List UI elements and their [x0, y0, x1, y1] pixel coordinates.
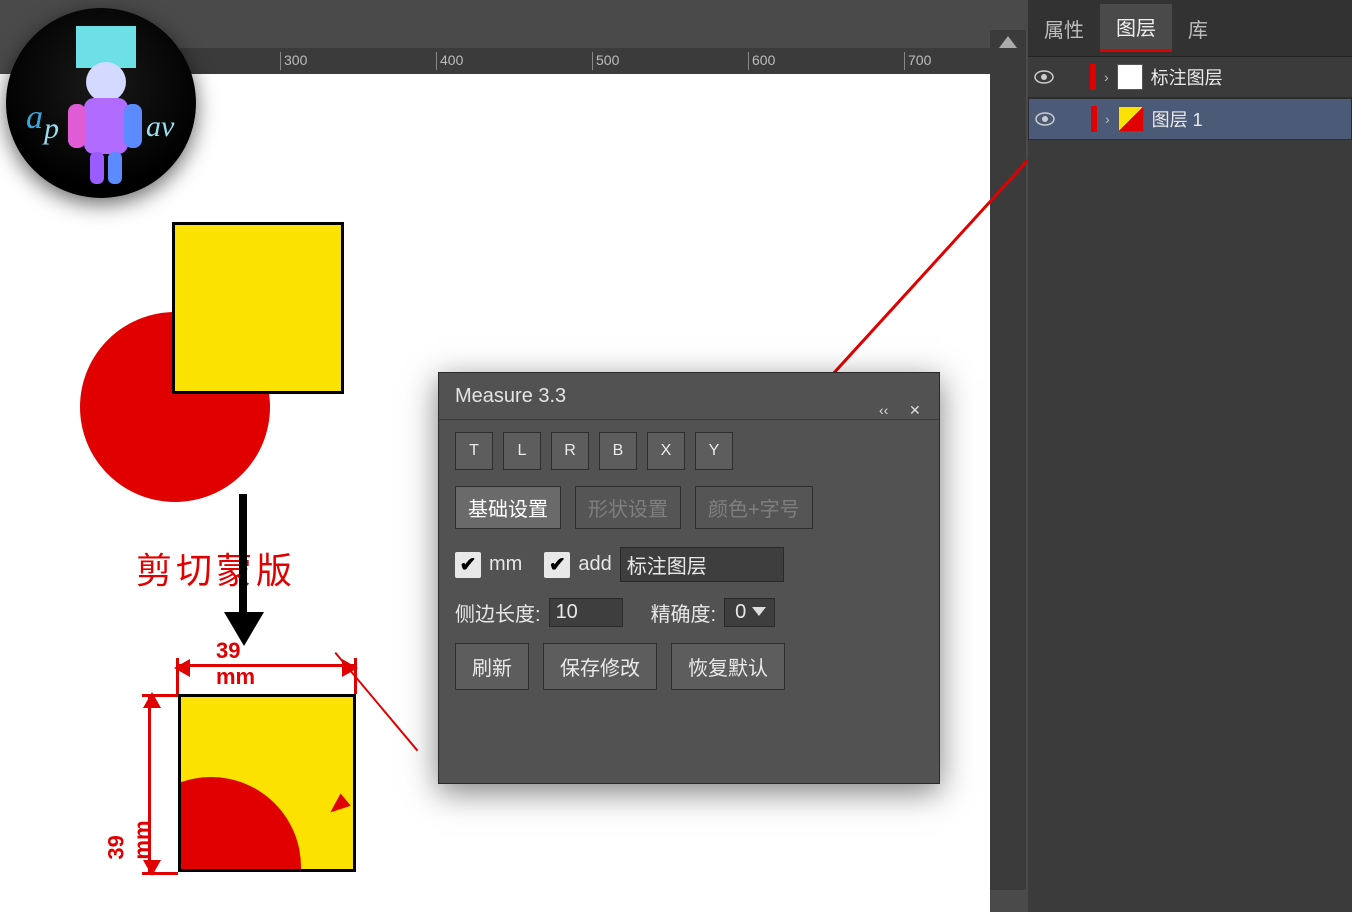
side-tab-row: 属性 图层 库: [1028, 0, 1352, 57]
precision-value: 0: [735, 601, 746, 623]
panel-title: Measure 3.3: [455, 385, 566, 407]
precision-select[interactable]: 0: [724, 598, 775, 627]
clipping-mask-label: 剪切蒙版: [136, 542, 296, 594]
chevron-down-icon: [752, 607, 766, 616]
panel-titlebar[interactable]: Measure 3.3 ‹‹ ✕: [439, 373, 939, 420]
panel-body: T L R B X Y 基础设置 形状设置 颜色+字号 ✔ mm ✔ add 标…: [439, 420, 939, 702]
tab-properties[interactable]: 属性: [1028, 6, 1100, 51]
side-length-input[interactable]: 10: [549, 598, 623, 627]
ruler-tick: 400: [436, 52, 463, 70]
checkbox-mm-label: mm: [489, 553, 522, 576]
horizontal-ruler: 300 400 500 600 700: [180, 48, 1020, 74]
checkbox-add[interactable]: ✔: [544, 552, 570, 578]
visibility-icon[interactable]: [1035, 112, 1055, 126]
side-panel: 属性 图层 库 › 标注图层 › 图层 1: [1028, 0, 1352, 912]
dimension-top-label: 39 mm: [216, 638, 255, 690]
chevron-right-icon[interactable]: ›: [1105, 111, 1110, 127]
tab-shape-settings[interactable]: 形状设置: [575, 486, 681, 529]
chevron-right-icon[interactable]: ›: [1104, 69, 1109, 85]
ruler-tick: 600: [748, 52, 775, 70]
svg-text:av: av: [146, 110, 175, 143]
side-length-label: 侧边长度:: [455, 598, 541, 627]
scroll-up-icon: [999, 36, 1017, 48]
numeric-row: 侧边长度: 10 精确度: 0: [455, 598, 923, 627]
layer-name: 图层 1: [1152, 106, 1203, 132]
vertical-scroll-strip[interactable]: [990, 30, 1026, 890]
edge-bottom-button[interactable]: B: [599, 432, 637, 470]
minimize-icon[interactable]: ‹‹: [879, 387, 895, 403]
app-root: 300 400 500 600 700 剪切蒙版 39 mm 39 mm: [0, 0, 1352, 912]
axis-y-button[interactable]: Y: [695, 432, 733, 470]
options-row: ✔ mm ✔ add 标注图层: [455, 547, 923, 582]
layer-color-swatch: [1091, 106, 1097, 132]
layer-thumbnail: [1117, 64, 1143, 90]
edge-right-button[interactable]: R: [551, 432, 589, 470]
yellow-square-shape[interactable]: [172, 222, 344, 394]
axis-x-button[interactable]: X: [647, 432, 685, 470]
visibility-icon[interactable]: [1034, 70, 1054, 84]
close-icon[interactable]: ✕: [909, 387, 925, 403]
arrow-down-icon: [230, 494, 256, 654]
layer-thumbnail: [1118, 106, 1144, 132]
layer-row[interactable]: › 标注图层: [1028, 57, 1352, 98]
precision-label: 精确度:: [651, 598, 717, 627]
layer-name-input[interactable]: 标注图层: [620, 547, 784, 582]
ruler-tick: 700: [904, 52, 931, 70]
measure-panel[interactable]: Measure 3.3 ‹‹ ✕ T L R B X Y 基础设置 形状设置 颜…: [438, 372, 940, 784]
layer-color-swatch: [1090, 64, 1096, 90]
tab-library[interactable]: 库: [1172, 6, 1224, 51]
checkbox-mm[interactable]: ✔: [455, 552, 481, 578]
logo-badge: a p av: [6, 8, 196, 198]
checkbox-add-label: add: [578, 553, 611, 576]
ruler-tick: 500: [592, 52, 619, 70]
svg-text:p: p: [42, 112, 59, 145]
tab-basic-settings[interactable]: 基础设置: [455, 486, 561, 529]
ruler-tick: 300: [280, 52, 307, 70]
layer-row[interactable]: › 图层 1: [1028, 98, 1352, 140]
tab-layers[interactable]: 图层: [1100, 4, 1172, 52]
tab-color-font[interactable]: 颜色+字号: [695, 486, 813, 529]
edge-button-row: T L R B X Y: [455, 432, 923, 470]
svg-text:a: a: [26, 99, 43, 136]
clipped-red-circle: [178, 777, 301, 872]
layer-name: 标注图层: [1151, 64, 1223, 90]
settings-tab-row: 基础设置 形状设置 颜色+字号: [455, 486, 923, 529]
action-row: 刷新 保存修改 恢复默认: [455, 643, 923, 690]
refresh-button[interactable]: 刷新: [455, 643, 529, 690]
edge-left-button[interactable]: L: [503, 432, 541, 470]
save-button[interactable]: 保存修改: [543, 643, 657, 690]
dimension-left-label: 39 mm: [104, 820, 156, 859]
reset-button[interactable]: 恢复默认: [671, 643, 785, 690]
edge-top-button[interactable]: T: [455, 432, 493, 470]
